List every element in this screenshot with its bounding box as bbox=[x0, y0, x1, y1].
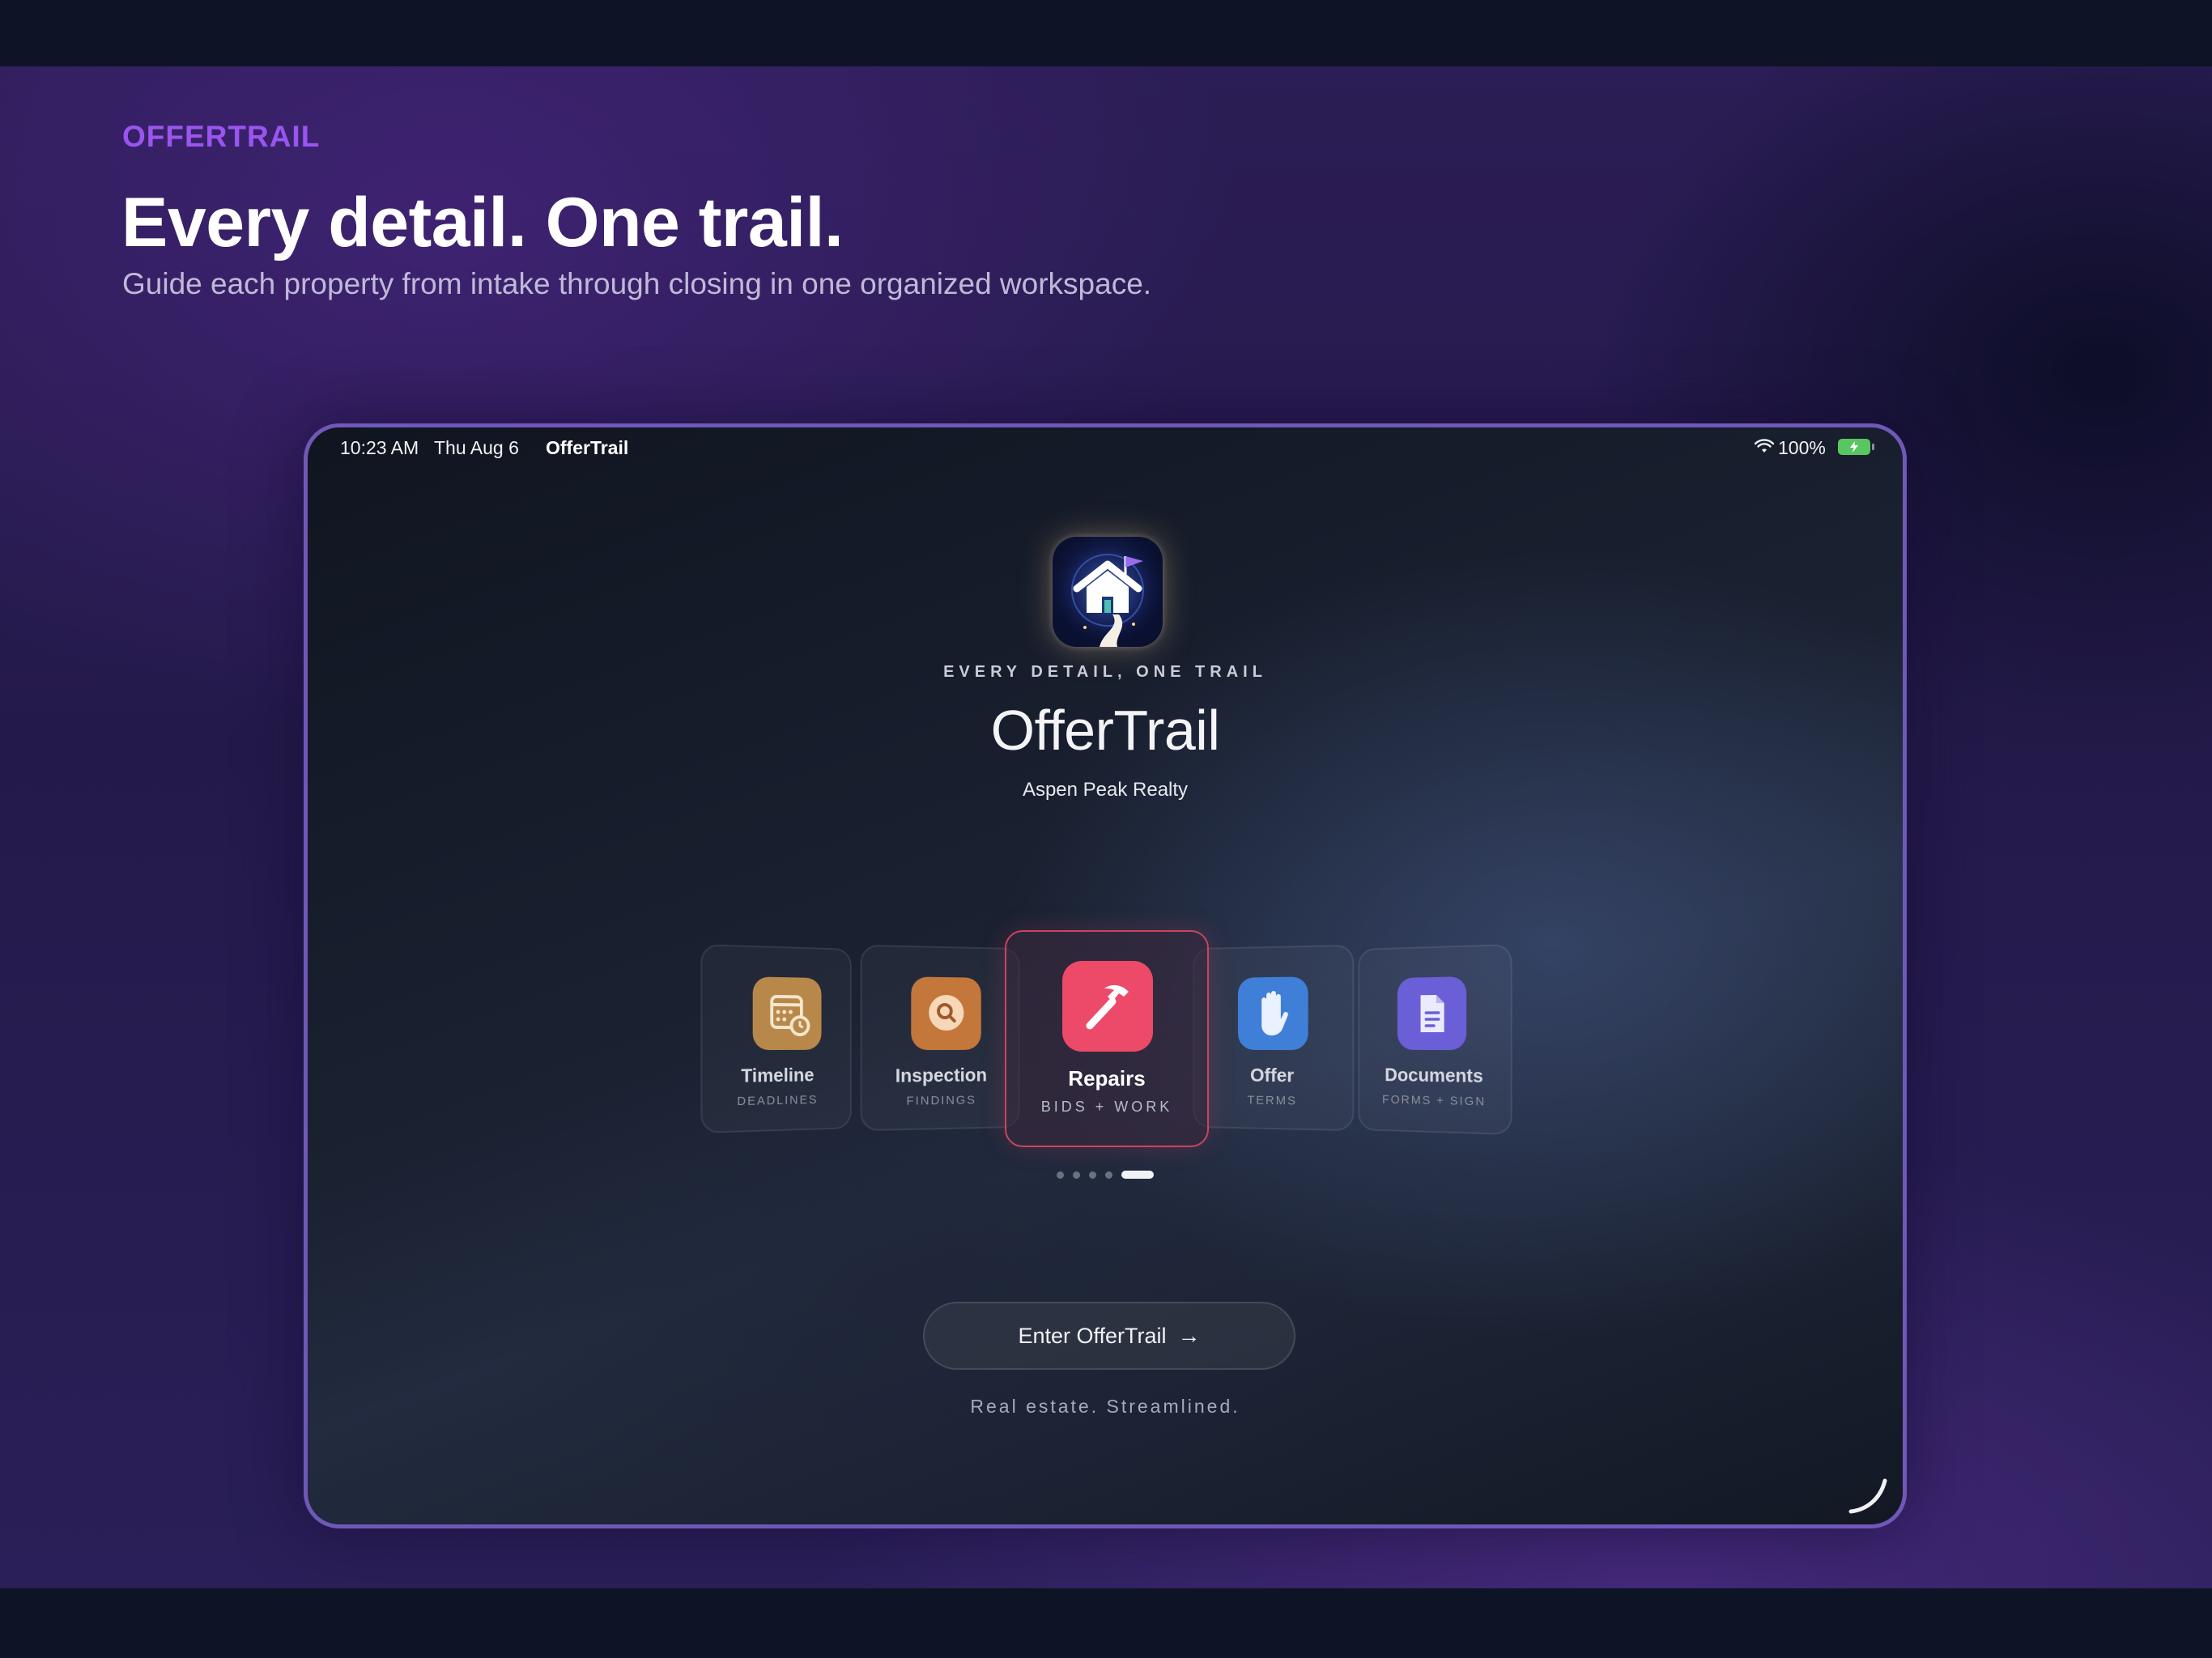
status-time: 10:23 AM bbox=[340, 437, 419, 459]
page-subhead: Guide each property from intake through … bbox=[122, 267, 1151, 301]
tagline: EVERY DETAIL, ONE TRAIL bbox=[308, 663, 1903, 682]
magnifier-icon bbox=[911, 976, 981, 1050]
card-documents[interactable]: Documents FORMS + SIGN bbox=[1358, 944, 1512, 1135]
card-label-documents: Documents bbox=[1359, 1064, 1510, 1087]
calendar-icon bbox=[753, 976, 822, 1050]
card-sub-documents: FORMS + SIGN bbox=[1359, 1092, 1510, 1109]
page-dot-active[interactable] bbox=[1121, 1171, 1154, 1179]
status-app-name: OfferTrail bbox=[546, 437, 628, 459]
document-icon bbox=[1397, 976, 1466, 1050]
card-sub-offer: TERMS bbox=[1194, 1093, 1352, 1109]
status-date: Thu Aug 6 bbox=[434, 437, 519, 459]
tablet-device: 10:23 AM Thu Aug 6 OfferTrail 100% EVERY… bbox=[304, 423, 1907, 1528]
house-trail-flag-icon bbox=[1053, 537, 1163, 647]
card-sub-repairs: BIDS + WORK bbox=[1006, 1099, 1207, 1116]
brand-label: OFFERTRAIL bbox=[122, 120, 320, 154]
resize-handle-icon[interactable] bbox=[1848, 1476, 1888, 1516]
arrow-right-icon: → bbox=[1178, 1323, 1201, 1349]
app-title: OfferTrail bbox=[308, 698, 1903, 763]
card-sub-inspection: FINDINGS bbox=[862, 1093, 1019, 1109]
page-dot[interactable] bbox=[1105, 1171, 1112, 1179]
bottom-band bbox=[0, 1588, 2212, 1658]
hand-icon bbox=[1238, 976, 1308, 1050]
card-label-repairs: Repairs bbox=[1006, 1066, 1207, 1091]
card-label-offer: Offer bbox=[1194, 1064, 1352, 1087]
hammer-icon bbox=[1062, 961, 1153, 1052]
top-band bbox=[0, 0, 2212, 66]
card-repairs[interactable]: Repairs BIDS + WORK bbox=[1005, 930, 1209, 1147]
enter-offertrail-button[interactable]: Enter OfferTrail → bbox=[923, 1302, 1295, 1370]
card-inspection[interactable]: Inspection FINDINGS bbox=[861, 945, 1020, 1131]
card-timeline[interactable]: Timeline DEADLINES bbox=[700, 944, 851, 1133]
page-dot[interactable] bbox=[1073, 1171, 1080, 1179]
footer-tagline: Real estate. Streamlined. bbox=[308, 1396, 1903, 1418]
card-offer[interactable]: Offer TERMS bbox=[1193, 945, 1354, 1131]
app-icon bbox=[1053, 537, 1163, 647]
page-dot[interactable] bbox=[1057, 1171, 1064, 1179]
card-label-timeline: Timeline bbox=[702, 1064, 850, 1087]
enter-button-label: Enter OfferTrail bbox=[1018, 1324, 1166, 1349]
status-bar: 10:23 AM Thu Aug 6 OfferTrail 100% bbox=[308, 427, 1903, 468]
page-headline: Every detail. One trail. bbox=[121, 183, 843, 263]
page-dot[interactable] bbox=[1089, 1171, 1096, 1179]
card-label-inspection: Inspection bbox=[862, 1064, 1019, 1087]
battery-charging-icon bbox=[1838, 439, 1870, 455]
battery-percent: 100% bbox=[1778, 437, 1826, 459]
company-name: Aspen Peak Realty bbox=[308, 779, 1903, 801]
card-sub-timeline: DEADLINES bbox=[702, 1092, 850, 1109]
wifi-icon bbox=[1755, 439, 1774, 455]
